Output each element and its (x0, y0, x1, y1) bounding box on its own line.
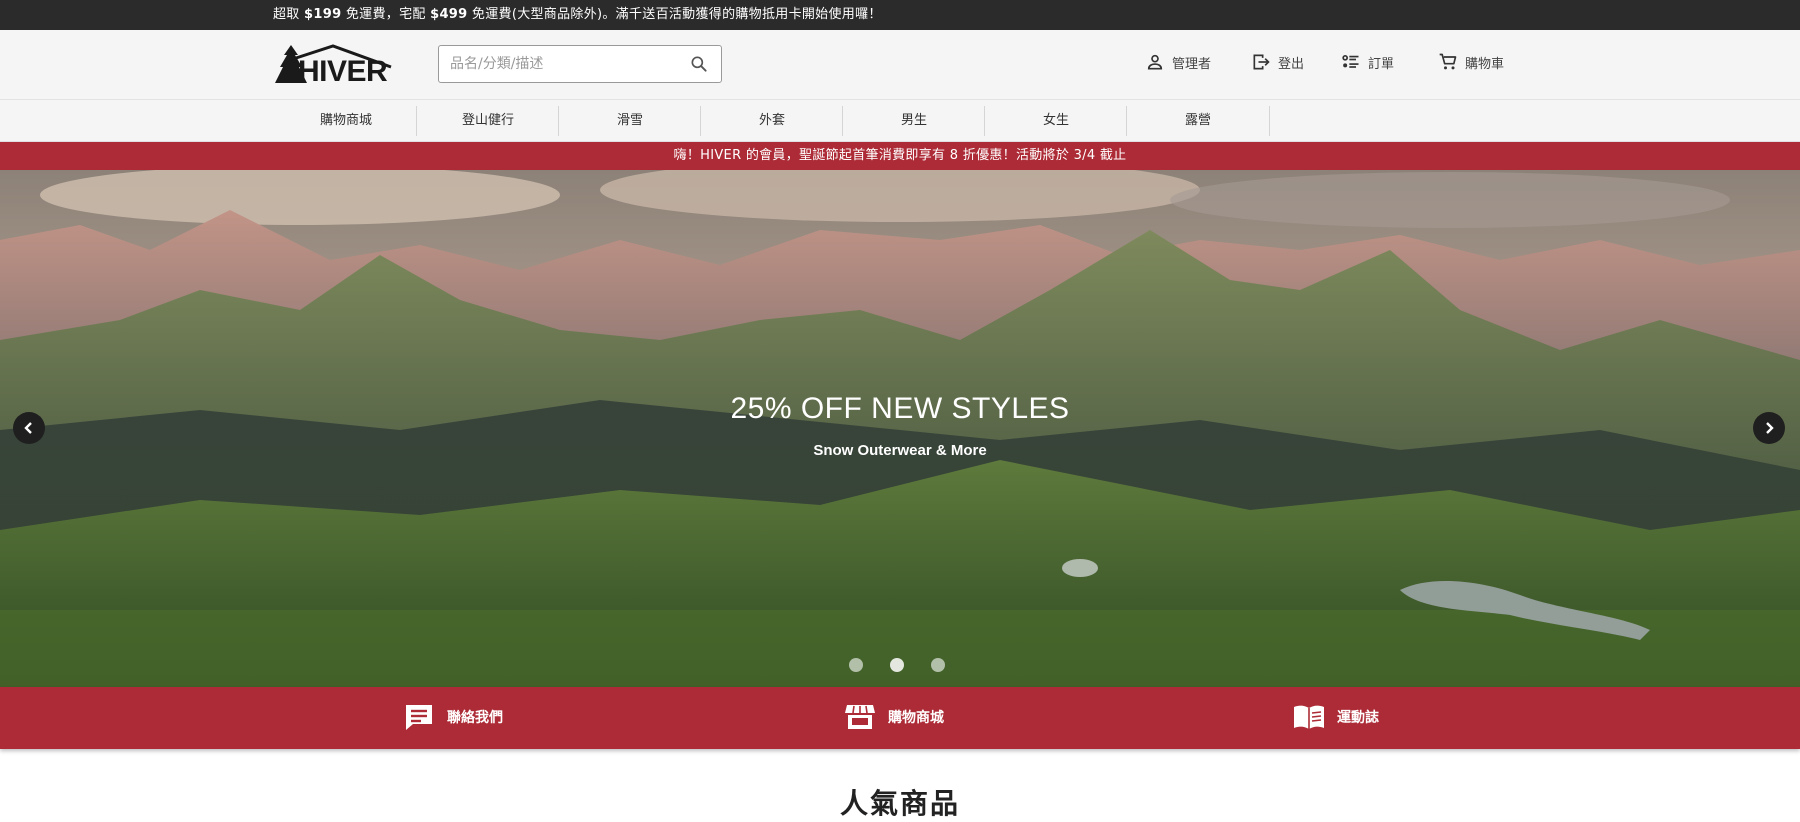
search-icon[interactable] (689, 54, 709, 74)
contact-us-label: 聯絡我們 (447, 710, 503, 726)
nav-divider (1269, 106, 1270, 136)
cart-icon (1439, 53, 1457, 70)
cart-link[interactable]: 購物車 (1438, 52, 1504, 72)
chat-icon (406, 705, 432, 730)
search-input[interactable] (439, 46, 679, 82)
section-title: 人氣商品 (839, 787, 960, 820)
book-icon (1294, 705, 1324, 729)
cart-label: 購物車 (1465, 56, 1505, 72)
quick-link-bar: 聯絡我們 購物商城 運動誌 (0, 687, 1800, 749)
logout-label: 登出 (1278, 56, 1305, 72)
logout-icon (1253, 54, 1270, 70)
hero-mountain-image (0, 170, 1800, 687)
carousel-prev-button[interactable] (13, 412, 45, 444)
shop-label: 購物商城 (888, 710, 944, 726)
chevron-left-icon (24, 422, 32, 434)
hero-title: 25% OFF NEW STYLES (730, 392, 1070, 425)
carousel-dot[interactable] (849, 658, 863, 672)
admin-label: 管理者 (1172, 56, 1212, 72)
nav-item-women[interactable]: 女生 (985, 100, 1127, 141)
journal-link[interactable]: 運動誌 (1293, 702, 1379, 732)
nav-item-men[interactable]: 男生 (843, 100, 985, 141)
admin-link[interactable]: 管理者 (1145, 52, 1211, 72)
site-header: HIVER 管理者 登出 訂單 (0, 30, 1800, 100)
carousel-indicators (849, 658, 945, 672)
carousel-dot[interactable] (931, 658, 945, 672)
nav-item-camping[interactable]: 露營 (1127, 100, 1269, 141)
nav-item-hiking[interactable]: 登山健行 (417, 100, 559, 141)
nav-item-shop[interactable]: 購物商城 (275, 100, 417, 141)
announcement-price-2: $499 (430, 7, 468, 22)
search-box (438, 45, 722, 83)
announcement-bar: 超取 $199 免運費，宅配 $499 免運費(大型商品除外)。滿千送百活動獲得… (0, 0, 1800, 30)
chevron-right-icon (1766, 422, 1774, 434)
orders-label: 訂單 (1368, 56, 1395, 72)
storefront-icon (845, 705, 875, 729)
announcement-text-2: 免運費，宅配 (341, 7, 431, 22)
list-icon (1342, 54, 1359, 68)
orders-link[interactable]: 訂單 (1341, 52, 1394, 72)
carousel-dot-active[interactable] (890, 658, 904, 672)
announcement-text-3: 免運費(大型商品除外)。滿千送百活動獲得的購物抵用卡開始使用囉！ (467, 7, 882, 22)
announcement-text-1: 超取 (273, 7, 305, 22)
nav-item-jackets[interactable]: 外套 (701, 100, 843, 141)
logo-wordmark[interactable]: HIVER (298, 55, 388, 89)
hero-subtitle: Snow Outerwear & More (813, 442, 987, 459)
contact-us-link[interactable]: 聯絡我們 (403, 702, 503, 732)
hero-carousel: 25% OFF NEW STYLES Snow Outerwear & More (0, 170, 1800, 687)
nav-item-ski[interactable]: 滑雪 (559, 100, 701, 141)
shop-link[interactable]: 購物商城 (844, 702, 944, 732)
announcement-price-1: $199 (304, 7, 342, 22)
category-nav: 購物商城 登山健行 滑雪 外套 男生 女生 露營 (0, 100, 1800, 142)
carousel-next-button[interactable] (1753, 412, 1785, 444)
user-icon (1147, 54, 1163, 70)
logout-link[interactable]: 登出 (1251, 52, 1304, 72)
journal-label: 運動誌 (1337, 710, 1379, 726)
promo-banner: 嗨！HIVER 的會員，聖誕節起首筆消費即享有 8 折優惠！活動將於 3/4 截… (0, 142, 1800, 170)
